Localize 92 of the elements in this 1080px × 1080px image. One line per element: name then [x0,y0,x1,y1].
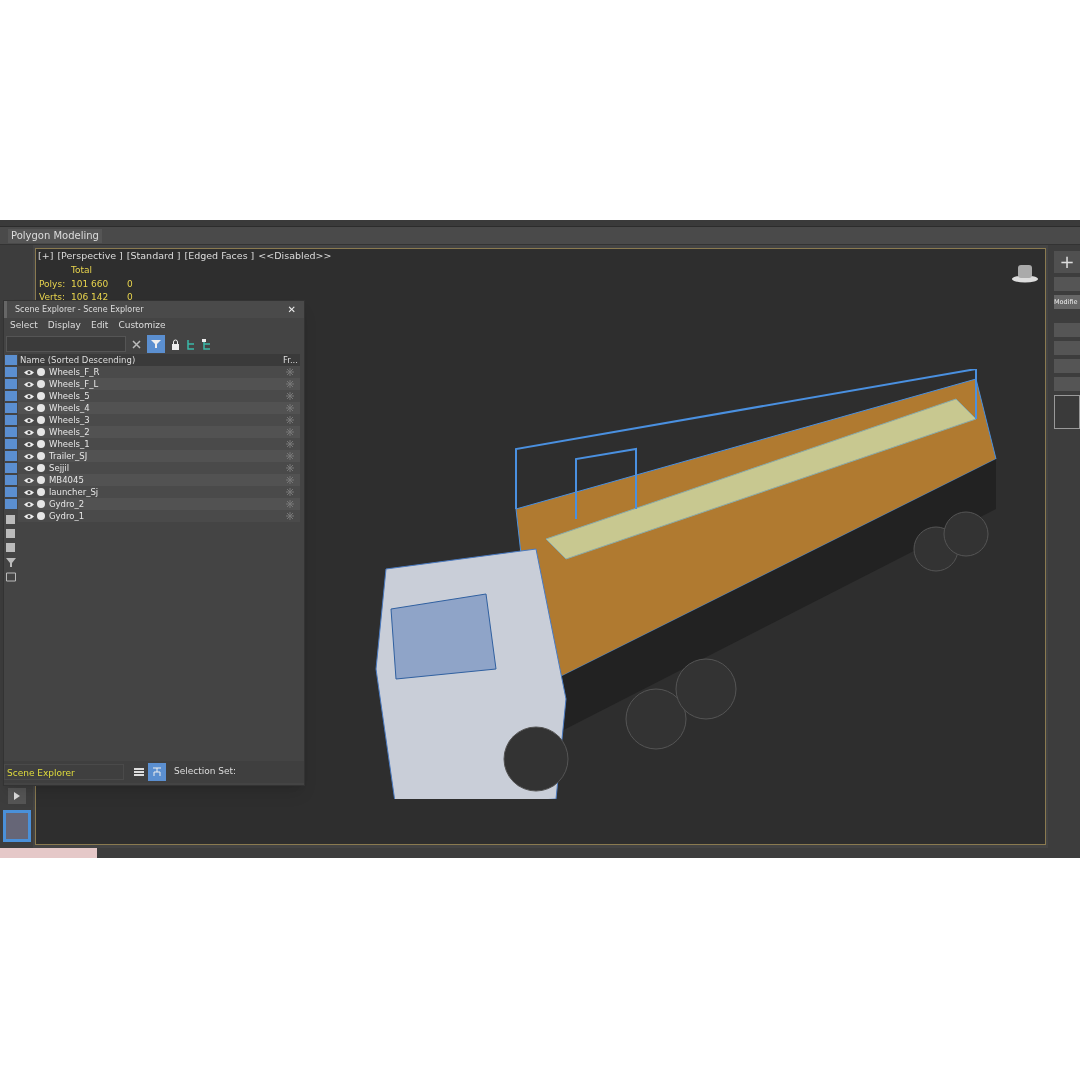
eye-icon[interactable] [24,440,34,448]
render-dot-icon[interactable] [37,452,45,460]
viewport-thumbnail-button[interactable] [2,810,31,842]
play-button[interactable] [7,788,26,804]
stat-total: 106 142 [71,290,110,304]
object-name: Wheels_F_R [49,365,101,379]
viewport-label[interactable]: [Standard ] [126,250,181,262]
eye-icon[interactable] [24,404,34,412]
eye-icon[interactable] [24,380,34,388]
render-dot-icon[interactable] [37,404,45,412]
maxscript-field[interactable] [0,848,97,858]
filter-options-icons-drawing[interactable] [6,515,16,582]
play-icon [13,792,20,800]
menu-item[interactable]: Select [10,319,38,333]
selection-set-label: Selection Set: [174,765,237,779]
ribbon-panel-label[interactable]: Polygon Modeling [8,228,102,243]
eye-icon[interactable] [24,464,34,472]
stat-label: Verts: [39,290,66,304]
object-name: Wheels_3 [49,413,91,427]
object-name: Gydro_2 [49,497,86,511]
object-name: Wheels_F_L [49,377,100,391]
object-row[interactable]: Wheels_4 [18,402,300,414]
eye-icon[interactable] [24,476,34,484]
render-dot-icon[interactable] [37,440,45,448]
render-dot-icon[interactable] [37,368,45,376]
object-row[interactable]: Wheels_3 [18,414,300,426]
object-name: MB4045 [49,473,85,487]
object-name: Wheels_1 [49,437,91,451]
filter-icon [151,339,161,349]
render-dot-icon[interactable] [37,380,45,388]
clear-icon[interactable] [132,339,141,349]
hierarchy-icon[interactable] [202,338,212,350]
render-dot-icon[interactable] [37,512,45,520]
object-name: Wheels_2 [49,425,91,439]
object-row[interactable]: launcher_Sj [18,486,300,498]
menu-item[interactable]: Edit [90,319,109,333]
object-row[interactable]: Wheels_5 [18,390,300,402]
render-dot-icon[interactable] [37,428,45,436]
render-dot-icon[interactable] [37,488,45,496]
menu-item[interactable]: Customize [118,319,166,333]
object-row[interactable]: Wheels_2 [18,426,300,438]
stats-header: Total [71,264,94,277]
filter-toggle-button[interactable] [147,335,165,353]
viewcube-hat-icon[interactable] [1011,263,1039,283]
render-dot-icon[interactable] [37,464,45,472]
object-name: Gydro_1 [49,509,86,523]
object-row[interactable]: Wheels_F_R [18,366,300,378]
object-name: Sejjil [49,461,71,475]
layers-icon[interactable] [134,767,144,777]
object-name: launcher_Sj [49,485,100,499]
object-row[interactable]: Wheels_1 [18,438,300,450]
render-dot-icon[interactable] [37,392,45,400]
object-name: Wheels_5 [49,389,91,403]
render-dot-icon[interactable] [37,500,45,508]
object-row[interactable]: Trailer_SJ [18,450,300,462]
object-filter-icons-drawing[interactable] [5,355,17,509]
stat-selected: 0 [127,277,133,291]
stat-label: Polys: [39,277,67,291]
search-field[interactable] [6,336,126,352]
viewport-label[interactable]: [+] [38,250,54,262]
hierarchy-icon[interactable] [186,338,196,350]
object-name: Wheels_4 [49,401,91,415]
object-row[interactable]: MB4045 [18,474,300,486]
object-row[interactable]: Gydro_2 [18,498,300,510]
eye-icon[interactable] [24,500,34,508]
object-row[interactable]: Gydro_1 [18,510,300,522]
viewport-label[interactable]: [Perspective ] [57,250,123,262]
viewport-label[interactable]: <<Disabled>> [258,250,332,262]
object-row[interactable]: Wheels_F_L [18,378,300,390]
stat-total: 101 660 [71,277,110,291]
eye-icon[interactable] [24,416,34,424]
eye-icon[interactable] [24,392,34,400]
eye-icon[interactable] [24,368,34,376]
close-button[interactable]: ✕ [287,304,296,315]
eye-icon[interactable] [24,512,34,520]
viewport-label[interactable]: [Edged Faces ] [184,250,255,262]
explorer-name-field[interactable]: Scene Explorer [4,764,124,780]
hierarchy-icon [152,767,162,777]
eye-icon[interactable] [24,452,34,460]
render-dot-icon[interactable] [37,476,45,484]
panel-field [1054,277,1080,291]
menu-item[interactable]: Display [47,319,81,333]
lock-icon[interactable] [171,338,180,350]
eye-icon[interactable] [24,428,34,436]
object-name: Trailer_SJ [49,449,89,463]
create-tab[interactable]: + [1054,251,1080,273]
modifier-stack-list[interactable] [1054,395,1080,429]
stat-selected: 0 [127,290,133,304]
object-row[interactable]: Sejjil [18,462,300,474]
eye-icon[interactable] [24,488,34,496]
render-dot-icon[interactable] [37,416,45,424]
column-header[interactable]: Fr... [282,353,300,367]
